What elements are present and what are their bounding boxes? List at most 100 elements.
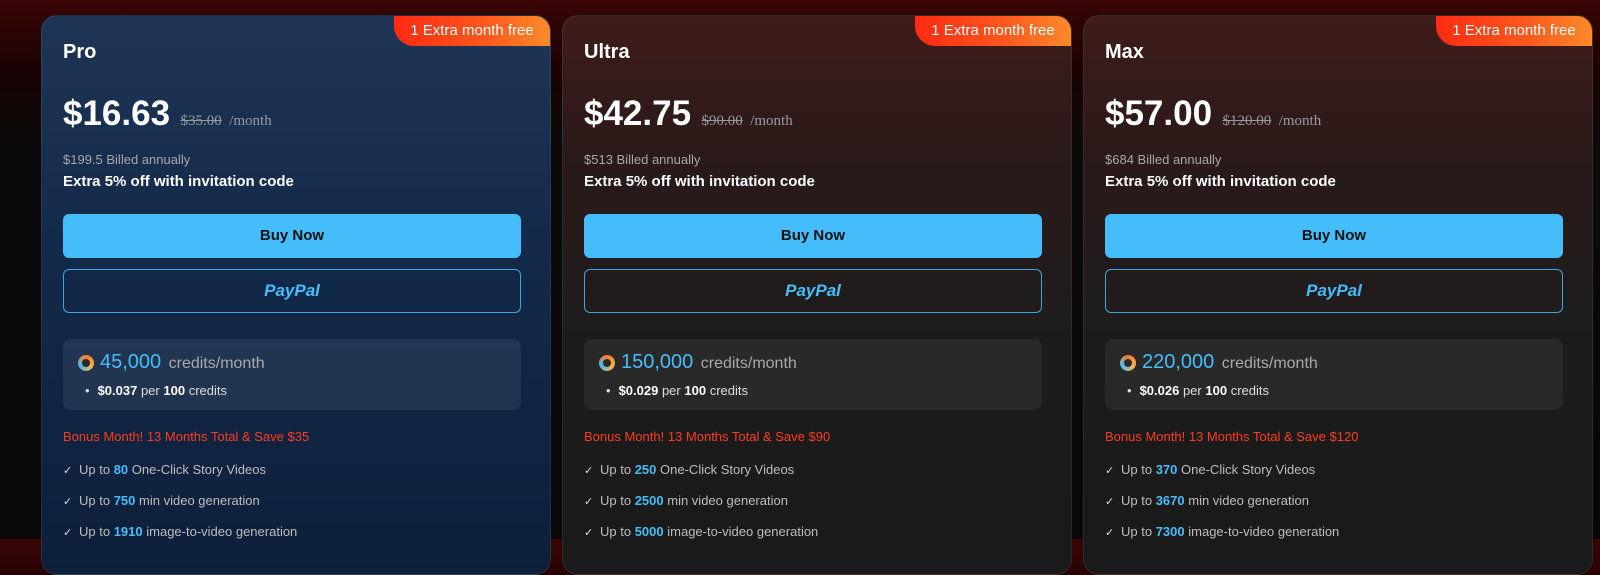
buy-now-button[interactable]: Buy Now [1105,214,1563,258]
feature-prefix: Up to [79,462,111,477]
rate-qty: 100 [1205,383,1228,398]
price-row: $57.00 $120.00 /month [1105,94,1321,134]
paypal-button[interactable]: PayPal [63,269,521,313]
feature-list: ✓ Up to 370 One-Click Story Videos ✓ Up to… [1105,462,1339,555]
feature-text: One-Click Story Videos [660,462,795,477]
credits-unit: credits/month [168,355,265,372]
invitation-discount: Extra 5% off with invitation code [63,173,294,190]
feature-item: ✓ Up to 1910 image-to-video generation [63,524,297,555]
old-price: $35.00 [180,113,222,129]
credits-box: 45,000 credits/month • $0.037 per 100 cre… [63,339,521,410]
buy-now-button[interactable]: Buy Now [584,214,1042,258]
plan-card-pro: 1 Extra month free Pro $16.63 $35.00 /mo… [41,15,551,575]
credits-box: 150,000 credits/month • $0.029 per 100 cr… [584,339,1042,410]
credits-line: 220,000 credits/month [1142,351,1318,374]
old-price: $90.00 [701,113,743,129]
price: $42.75 [584,94,692,133]
credits-unit: credits/month [1221,355,1318,372]
bonus-text: Bonus Month! 13 Months Total & Save $120 [1105,429,1359,444]
check-icon: ✓ [584,496,594,508]
feature-prefix: Up to [1121,462,1153,477]
rate-qty: 100 [163,383,186,398]
buy-now-button[interactable]: Buy Now [63,214,521,258]
price-row: $42.75 $90.00 /month [584,94,793,134]
feature-item: ✓ Up to 80 One-Click Story Videos [63,462,297,493]
rate-price: $0.029 [618,383,659,398]
invitation-discount: Extra 5% off with invitation code [1105,173,1336,190]
feature-number: 370 [1155,462,1178,477]
rate-qty: 100 [684,383,707,398]
feature-prefix: Up to [1121,524,1153,539]
feature-item: ✓ Up to 7300 image-to-video generation [1105,524,1339,555]
feature-number: 80 [113,462,129,477]
bonus-text: Bonus Month! 13 Months Total & Save $90 [584,429,831,444]
credits-amount: 45,000 [100,351,162,373]
bullet-icon: • [606,383,611,398]
invitation-discount: Extra 5% off with invitation code [584,173,815,190]
plan-card-max: 1 Extra month free Max $57.00 $120.00 /m… [1083,15,1593,575]
credits-box: 220,000 credits/month • $0.026 per 100 cr… [1105,339,1563,410]
feature-text: min video generation [1188,493,1309,508]
pricing-cards: 1 Extra month free Pro $16.63 $35.00 /mo… [0,0,1600,575]
credits-coin-icon [1120,355,1136,371]
feature-list: ✓ Up to 250 One-Click Story Videos ✓ Up to… [584,462,818,555]
billed-annually: $199.5 Billed annually [63,152,191,167]
price-period: /month [229,113,272,129]
extra-month-ribbon: 1 Extra month free [1436,16,1592,46]
feature-prefix: Up to [600,493,632,508]
feature-item: ✓ Up to 5000 image-to-video generation [584,524,818,555]
feature-item: ✓ Up to 3670 min video generation [1105,493,1339,524]
rate-unit: credits [188,383,227,398]
price-row: $16.63 $35.00 /month [63,94,272,134]
check-icon: ✓ [1105,465,1115,477]
feature-text: min video generation [139,493,260,508]
billed-annually: $684 Billed annually [1105,152,1222,167]
bullet-icon: • [1127,383,1132,398]
feature-prefix: Up to [1121,493,1153,508]
feature-item: ✓ Up to 2500 min video generation [584,493,818,524]
billed-annually: $513 Billed annually [584,152,701,167]
check-icon: ✓ [584,465,594,477]
price: $57.00 [1105,94,1213,133]
rate-price: $0.026 [1139,383,1180,398]
check-icon: ✓ [1105,527,1115,539]
check-icon: ✓ [63,465,73,477]
price-period: /month [750,113,793,129]
feature-prefix: Up to [79,493,111,508]
credit-rate: • $0.037 per 100 credits [85,383,227,398]
credit-rate: • $0.029 per 100 credits [606,383,748,398]
feature-number: 750 [113,493,136,508]
credits-line: 150,000 credits/month [621,351,797,374]
extra-month-ribbon: 1 Extra month free [394,16,550,46]
check-icon: ✓ [63,527,73,539]
paypal-button[interactable]: PayPal [584,269,1042,313]
extra-month-ribbon: 1 Extra month free [915,16,1071,46]
rate-per: per [140,383,160,398]
feature-number: 3670 [1155,493,1185,508]
feature-number: 250 [634,462,657,477]
feature-text: image-to-video generation [1188,524,1340,539]
rate-per: per [1182,383,1202,398]
rate-per: per [661,383,681,398]
feature-text: min video generation [667,493,788,508]
credits-unit: credits/month [700,355,797,372]
feature-text: image-to-video generation [146,524,298,539]
feature-prefix: Up to [600,462,632,477]
feature-text: One-Click Story Videos [1181,462,1316,477]
credits-coin-icon [78,355,94,371]
feature-number: 1910 [113,524,143,539]
feature-number: 7300 [1155,524,1185,539]
price-period: /month [1278,113,1322,129]
bonus-text: Bonus Month! 13 Months Total & Save $35 [63,429,310,444]
feature-prefix: Up to [600,524,632,539]
feature-text: image-to-video generation [667,524,819,539]
credits-line: 45,000 credits/month [100,351,265,374]
rate-unit: credits [709,383,748,398]
feature-item: ✓ Up to 750 min video generation [63,493,297,524]
credit-rate: • $0.026 per 100 credits [1127,383,1269,398]
credits-coin-icon [599,355,615,371]
check-icon: ✓ [1105,496,1115,508]
rate-unit: credits [1230,383,1269,398]
feature-item: ✓ Up to 250 One-Click Story Videos [584,462,818,493]
paypal-button[interactable]: PayPal [1105,269,1563,313]
